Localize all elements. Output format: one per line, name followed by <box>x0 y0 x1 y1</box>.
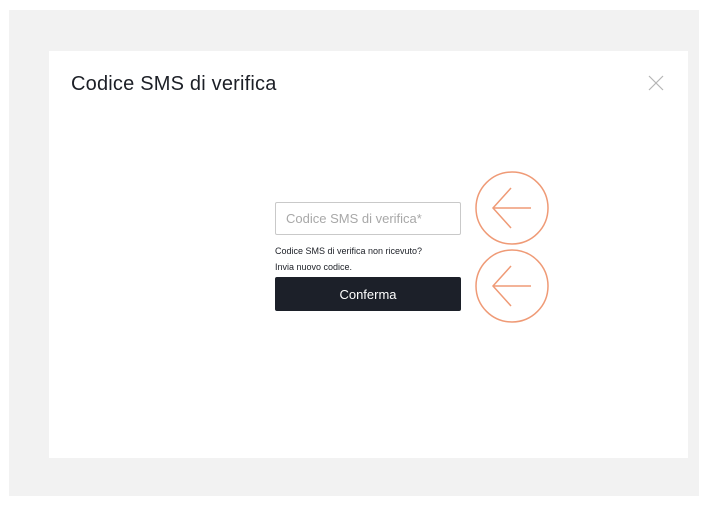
help-question: Codice SMS di verifica non ricevuto? <box>275 246 423 256</box>
modal-backdrop: Codice SMS di verifica Codice SMS di ver… <box>9 10 699 496</box>
confirm-button[interactable]: Conferma <box>275 277 461 311</box>
annotation-arrow-input <box>474 170 550 246</box>
verification-modal: Codice SMS di verifica Codice SMS di ver… <box>49 51 688 458</box>
resend-code-link[interactable]: Invia nuovo codice. <box>275 259 422 275</box>
arrow-left-icon <box>475 171 549 245</box>
resend-help: Codice SMS di verifica non ricevuto? Inv… <box>275 243 422 275</box>
arrow-left-icon <box>475 249 549 323</box>
close-icon <box>648 75 664 91</box>
sms-code-input[interactable] <box>275 202 461 235</box>
modal-title: Codice SMS di verifica <box>71 73 277 95</box>
close-button[interactable] <box>647 74 665 92</box>
annotation-arrow-confirm <box>474 248 550 324</box>
